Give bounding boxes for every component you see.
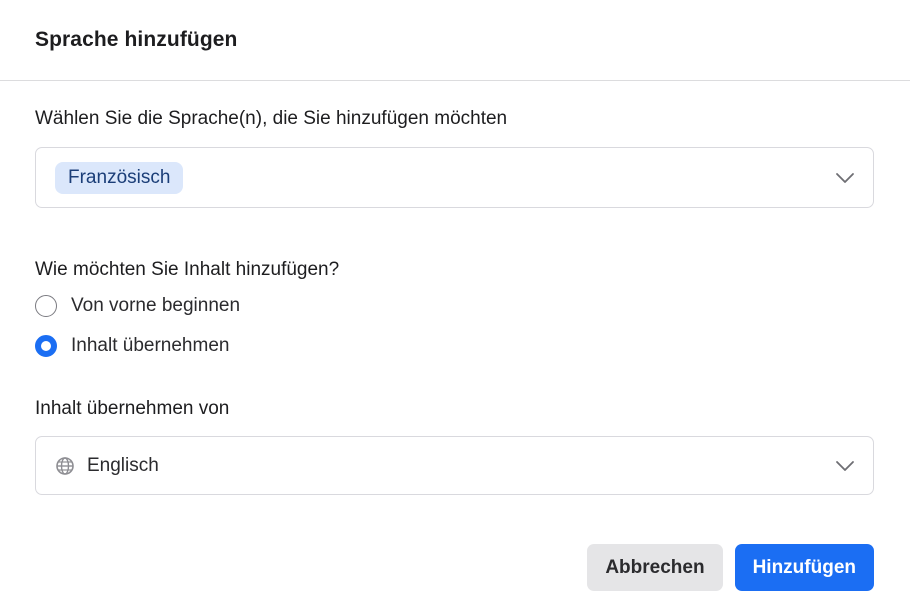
- chevron-down-icon[interactable]: [835, 172, 855, 184]
- languages-label: Wählen Sie die Sprache(n), die Sie hinzu…: [35, 108, 508, 129]
- radio-copy-content-label: Inhalt übernehmen: [71, 335, 230, 356]
- add-language-dialog: Sprache hinzufügen Wählen Sie die Sprach…: [0, 0, 910, 614]
- languages-select[interactable]: Französisch: [35, 147, 874, 208]
- cancel-button[interactable]: Abbrechen: [587, 544, 723, 591]
- source-language-select[interactable]: Englisch: [35, 436, 874, 495]
- radio-option-start-fresh[interactable]: Von vorne beginnen: [35, 295, 240, 317]
- dialog-header: Sprache hinzufügen: [0, 0, 910, 81]
- source-language-value: Englisch: [87, 454, 159, 476]
- radio-option-copy-content[interactable]: Inhalt übernehmen: [35, 335, 229, 357]
- radio-start-fresh[interactable]: [35, 295, 57, 317]
- source-language-label: Inhalt übernehmen von: [35, 398, 230, 419]
- dialog-footer: Abbrechen Hinzufügen: [587, 544, 874, 591]
- radio-start-fresh-label: Von vorne beginnen: [71, 295, 241, 316]
- globe-icon: [56, 456, 74, 475]
- add-button[interactable]: Hinzufügen: [734, 544, 874, 591]
- radio-copy-content[interactable]: [35, 335, 57, 357]
- dialog-title: Sprache hinzufügen: [35, 28, 238, 51]
- content-method-label: Wie möchten Sie Inhalt hinzufügen?: [35, 259, 340, 280]
- chevron-down-icon[interactable]: [835, 460, 855, 472]
- language-chip-french[interactable]: Französisch: [55, 161, 184, 194]
